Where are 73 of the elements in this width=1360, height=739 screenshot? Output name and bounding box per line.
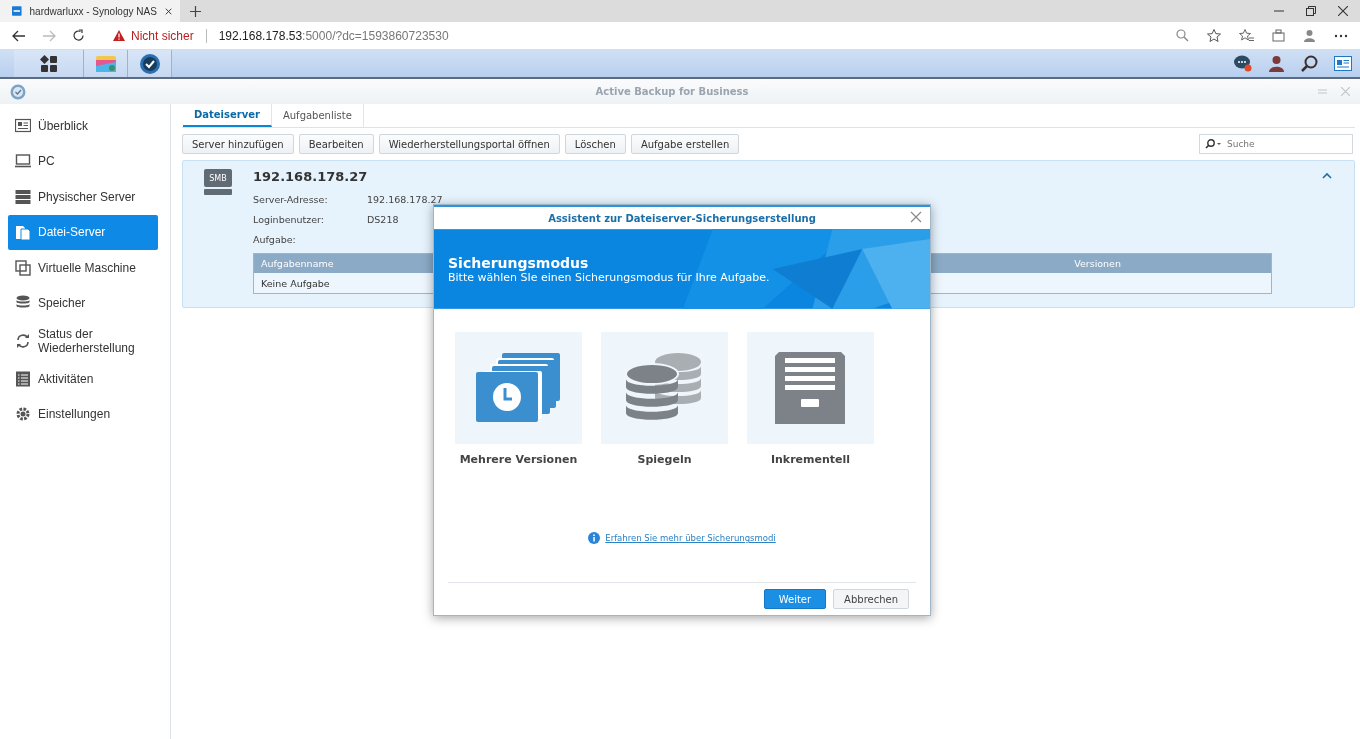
drive-icon — [204, 189, 232, 195]
column-header: Versionen — [1074, 258, 1121, 269]
drawer-cabinet-icon — [774, 352, 847, 424]
settings-icon — [15, 406, 31, 423]
window-title: Active Backup for Business — [594, 86, 750, 97]
file-server-icon — [15, 224, 31, 241]
close-icon[interactable] — [1338, 6, 1348, 16]
restore-icon[interactable] — [1306, 6, 1316, 16]
sidebar-item[interactable]: Physischer Server — [8, 179, 158, 215]
sidebar-item[interactable]: Virtuelle Maschine — [8, 250, 158, 286]
smb-badge: SMB — [204, 169, 232, 187]
main-menu-button[interactable] — [14, 50, 84, 77]
activity-list-icon — [15, 370, 31, 387]
dialog-title: Assistent zur Dateiserver-Sicherungserstellung — [547, 212, 817, 224]
app-logo-icon — [10, 83, 26, 100]
dialog-heading: Sicherungsmodus — [448, 255, 590, 271]
more-icon[interactable] — [1334, 33, 1348, 38]
virtual-machine-icon — [15, 259, 31, 276]
versions-icon — [475, 353, 562, 423]
search-icon[interactable] — [1301, 55, 1318, 72]
reload-icon[interactable] — [72, 29, 85, 42]
field-label: Loginbenutzer: — [253, 213, 326, 225]
tab[interactable]: Dateiserver — [183, 104, 272, 127]
back-icon[interactable] — [12, 29, 26, 42]
profile-icon[interactable] — [1303, 29, 1316, 42]
toolbar-button[interactable]: Bearbeiten — [298, 134, 374, 154]
computer-icon — [15, 153, 31, 170]
tab-title: hardwarluxx - Synology NAS — [29, 5, 157, 17]
warning-icon — [113, 30, 125, 41]
server-icon — [15, 188, 31, 205]
restore-icon — [15, 333, 31, 349]
zoom-icon[interactable] — [1176, 29, 1189, 42]
server-title: 192.168.178.27 — [253, 169, 369, 186]
app-icon — [94, 53, 117, 74]
sidebar-item[interactable]: Einstellungen — [8, 396, 158, 432]
sidebar-item[interactable]: Aktivitäten — [8, 361, 158, 397]
toolbar-button[interactable]: Wiederherstellungsportal öffnen — [378, 134, 560, 154]
sidebar-item[interactable]: Datei-Server — [8, 214, 158, 250]
star-icon[interactable] — [1207, 29, 1221, 42]
browser-tab[interactable]: hardwarluxx - Synology NAS — [0, 0, 180, 22]
overview-icon — [15, 117, 31, 134]
field-label: Server-Adresse: — [253, 193, 329, 205]
chat-icon[interactable] — [1234, 55, 1252, 72]
tab[interactable]: Aufgabenliste — [271, 104, 364, 127]
learn-more-link[interactable]: Erfahren Sie mehr über Sicherungsmodi — [605, 533, 776, 543]
backup-app-icon — [138, 52, 161, 75]
user-icon[interactable] — [1268, 55, 1285, 72]
table-cell: Keine Aufgabe — [261, 277, 330, 289]
toolbar-button[interactable]: Server hinzufügen — [182, 134, 294, 154]
favorites-icon[interactable] — [1239, 29, 1254, 42]
widgets-icon[interactable] — [1334, 56, 1352, 71]
field-value: 192.168.178.27 — [367, 193, 443, 205]
address-field[interactable]: 192.168.178.53:5000/?dc=1593860723530 — [218, 28, 449, 43]
cancel-button[interactable]: Abbrechen — [833, 589, 909, 609]
sidebar-item[interactable]: Überblick — [8, 108, 158, 144]
info-icon — [588, 532, 601, 544]
security-label: Nicht sicher — [131, 28, 194, 43]
close-icon[interactable] — [164, 6, 172, 16]
toolbar-button[interactable]: Aufgabe erstellen — [630, 134, 740, 154]
sidebar-item[interactable]: Speicher — [8, 285, 158, 321]
sidebar-item[interactable]: Status der Wiederherstellung — [8, 321, 158, 361]
column-header: Aufgabenname — [260, 258, 334, 269]
favicon-icon — [12, 5, 22, 17]
collections-icon[interactable] — [1272, 29, 1285, 42]
grid-icon — [39, 54, 58, 73]
app-button[interactable] — [128, 50, 172, 77]
plus-icon[interactable] — [190, 5, 201, 17]
field-value: DS218 — [367, 213, 399, 225]
search-field[interactable]: Suche — [1199, 134, 1353, 154]
dialog-subtitle: Bitte wählen SIe einen Sicherungsmodus für Ihre Aufgabe. — [448, 271, 771, 284]
field-label: Aufgabe: — [253, 233, 297, 245]
toolbar-button[interactable]: Löschen — [564, 134, 626, 154]
sidebar-item[interactable]: PC — [8, 143, 158, 179]
